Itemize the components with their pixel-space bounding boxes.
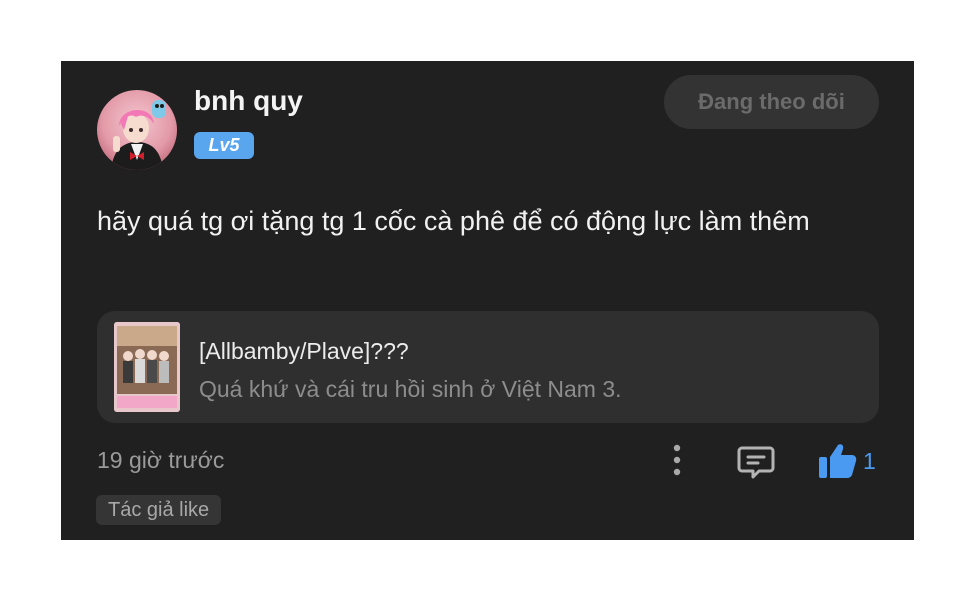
level-badge: Lv5 — [194, 132, 254, 159]
thumbs-up-icon — [819, 444, 857, 478]
comment-card: bnh quy Lv5 Đang theo dõi hãy quá tg ơi … — [61, 61, 914, 540]
username[interactable]: bnh quy — [194, 85, 303, 117]
story-subtitle: Quá khứ và cái tru hồi sinh ở Việt Nam 3… — [199, 376, 622, 402]
avatar-illustration — [111, 100, 166, 170]
reply-button[interactable] — [737, 444, 775, 480]
follow-button[interactable]: Đang theo dõi — [664, 75, 879, 129]
comment-text: hãy quá tg ơi tặng tg 1 cốc cà phê để có… — [97, 206, 810, 236]
comment-timestamp: 19 giờ trước — [97, 447, 225, 473]
like-count: 1 — [863, 448, 876, 474]
reply-comment-icon — [737, 446, 775, 479]
more-vertical-icon — [673, 444, 681, 476]
like-button[interactable] — [817, 442, 857, 480]
story-cover-image — [114, 322, 180, 412]
more-options-button[interactable] — [661, 442, 693, 478]
author-liked-badge: Tác giả like — [96, 495, 222, 525]
story-link-card[interactable]: [Allbamby/Plave]??? Quá khứ và cái tru h… — [97, 311, 879, 423]
story-title: [Allbamby/Plave]??? — [199, 338, 409, 364]
avatar[interactable] — [97, 90, 177, 170]
